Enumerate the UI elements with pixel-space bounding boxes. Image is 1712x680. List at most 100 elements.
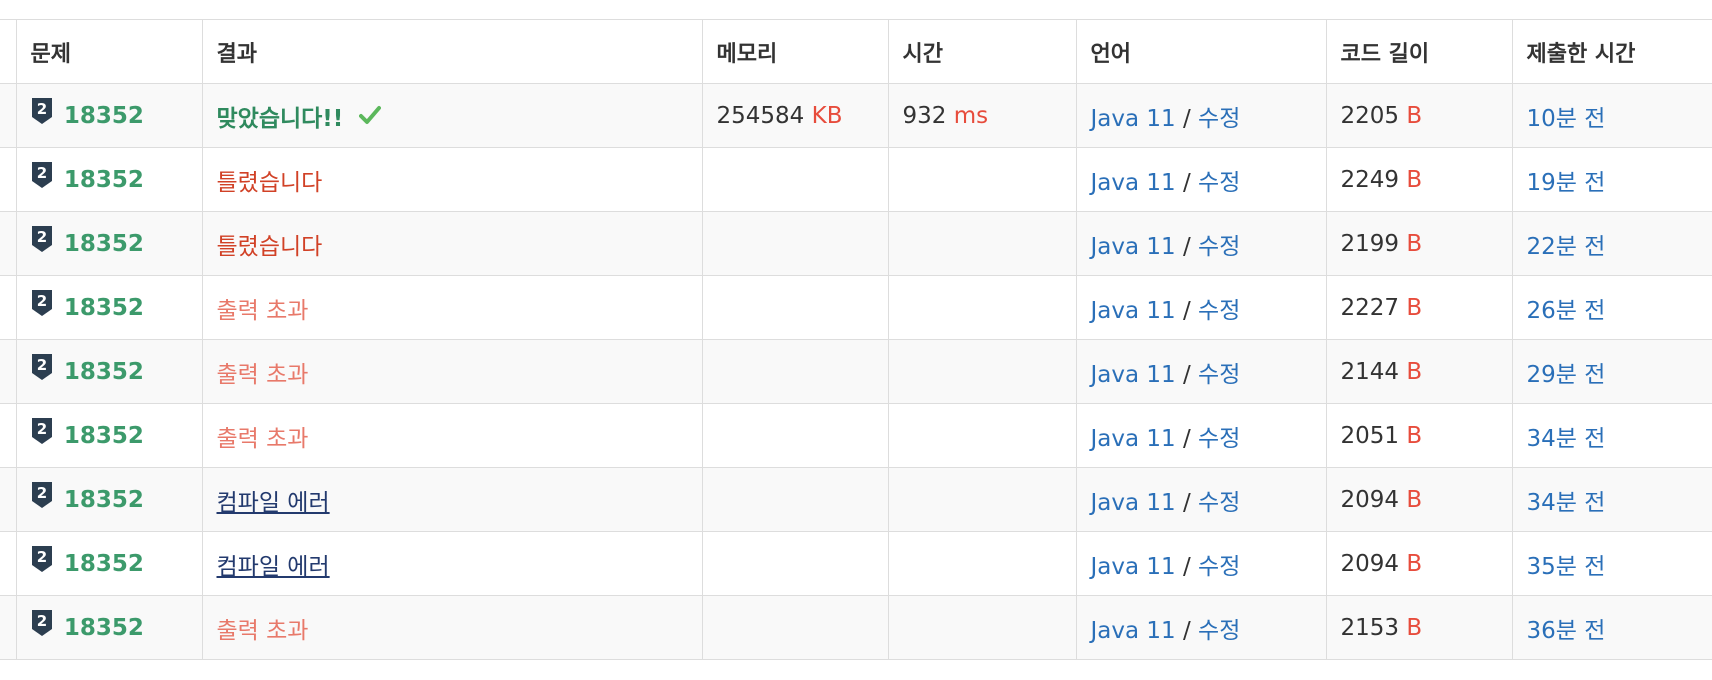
language-cell: Java 11 / 수정 — [1075, 211, 1327, 276]
language-separator: / — [1182, 617, 1191, 644]
submitted-time-link[interactable]: 36분 전 — [1527, 618, 1606, 644]
result-label: 출력 초과 — [216, 425, 309, 452]
result-cell: 출력 초과 — [201, 595, 703, 660]
code-length-cell: 2051 B — [1325, 403, 1513, 468]
code-length-value: 2227 — [1340, 294, 1400, 321]
code-length-value: 2094 — [1340, 550, 1400, 577]
language-cell: Java 11 / 수정 — [1075, 403, 1327, 468]
edit-link[interactable]: 수정 — [1198, 106, 1240, 132]
language-link[interactable]: Java 11 — [1091, 426, 1176, 452]
submitted-time-cell: 29분 전 — [1511, 339, 1712, 404]
svg-text:2: 2 — [36, 292, 46, 310]
submitted-time-link[interactable]: 19분 전 — [1527, 170, 1606, 196]
submitted-time-link[interactable]: 34분 전 — [1527, 426, 1606, 452]
tier-badge-icon: 2 — [31, 417, 53, 451]
language-cell: Java 11 / 수정 — [1075, 147, 1327, 212]
submission-id-cell — [0, 403, 17, 468]
result-cell: 컴파일 에러 — [201, 531, 703, 596]
submitted-time-link[interactable]: 29분 전 — [1527, 362, 1606, 388]
problem-cell: 2 18352 — [15, 467, 203, 532]
edit-link[interactable]: 수정 — [1198, 234, 1240, 260]
language-link[interactable]: Java 11 — [1091, 170, 1176, 196]
table-row: 2 18352 출력 초과 Java 11 / 수정 2153 B 36분 전 — [0, 595, 1712, 660]
language-separator: / — [1182, 169, 1191, 196]
result-cell: 컴파일 에러 — [201, 467, 703, 532]
language-link[interactable]: Java 11 — [1091, 362, 1176, 388]
problem-cell: 2 18352 — [15, 595, 203, 660]
code-length-unit: B — [1406, 614, 1423, 641]
tier-badge-icon: 2 — [31, 481, 53, 515]
problem-link[interactable]: 18352 — [64, 615, 144, 641]
time-cell — [887, 531, 1077, 596]
table-row: 2 18352 틀렸습니다 Java 11 / 수정 2249 B 19분 전 — [0, 147, 1712, 212]
code-length-unit: B — [1406, 230, 1423, 257]
svg-text:2: 2 — [36, 420, 46, 438]
problem-link[interactable]: 18352 — [64, 359, 144, 385]
submitted-time-link[interactable]: 10분 전 — [1527, 106, 1606, 132]
problem-link[interactable]: 18352 — [64, 551, 144, 577]
memory-cell — [701, 467, 889, 532]
submission-id-cell — [0, 275, 17, 340]
column-header-problem: 문제 — [15, 19, 203, 84]
submission-id-cell — [0, 531, 17, 596]
code-length-unit: B — [1406, 166, 1423, 193]
svg-text:2: 2 — [36, 228, 46, 246]
column-header-submitted: 제출한 시간 — [1511, 19, 1712, 84]
submitted-time-link[interactable]: 34분 전 — [1527, 490, 1606, 516]
edit-link[interactable]: 수정 — [1198, 170, 1240, 196]
result-cell: 출력 초과 — [201, 275, 703, 340]
table-row: 2 18352 출력 초과 Java 11 / 수정 2051 B 34분 전 — [0, 403, 1712, 468]
language-link[interactable]: Java 11 — [1091, 298, 1176, 324]
time-unit: ms — [953, 102, 989, 129]
problem-link[interactable]: 18352 — [64, 487, 144, 513]
result-label: 틀렸습니다 — [216, 169, 323, 196]
table-row: 2 18352 컴파일 에러 Java 11 / 수정 2094 B 35분 전 — [0, 531, 1712, 596]
language-cell: Java 11 / 수정 — [1075, 595, 1327, 660]
language-cell: Java 11 / 수정 — [1075, 275, 1327, 340]
language-link[interactable]: Java 11 — [1091, 554, 1176, 580]
problem-link[interactable]: 18352 — [64, 423, 144, 449]
edit-link[interactable]: 수정 — [1198, 618, 1240, 644]
submitted-time-link[interactable]: 26분 전 — [1527, 298, 1606, 324]
time-cell — [887, 467, 1077, 532]
edit-link[interactable]: 수정 — [1198, 490, 1240, 516]
edit-link[interactable]: 수정 — [1198, 426, 1240, 452]
problem-link[interactable]: 18352 — [64, 295, 144, 321]
time-cell: 932 ms — [887, 83, 1077, 148]
svg-text:2: 2 — [36, 100, 46, 118]
language-link[interactable]: Java 11 — [1091, 490, 1176, 516]
language-separator: / — [1182, 233, 1191, 260]
language-separator: / — [1182, 297, 1191, 324]
memory-cell — [701, 147, 889, 212]
problem-cell: 2 18352 — [15, 275, 203, 340]
edit-link[interactable]: 수정 — [1198, 298, 1240, 324]
problem-link[interactable]: 18352 — [64, 103, 144, 129]
language-link[interactable]: Java 11 — [1091, 618, 1176, 644]
submitted-time-cell: 35분 전 — [1511, 531, 1712, 596]
submitted-time-link[interactable]: 22분 전 — [1527, 234, 1606, 260]
submitted-time-link[interactable]: 35분 전 — [1527, 554, 1606, 580]
submitted-time-cell: 10분 전 — [1511, 83, 1712, 148]
memory-unit: KB — [811, 102, 843, 129]
submission-id-cell — [0, 595, 17, 660]
memory-cell — [701, 275, 889, 340]
time-cell — [887, 275, 1077, 340]
code-length-unit: B — [1406, 358, 1423, 385]
time-cell — [887, 147, 1077, 212]
language-cell: Java 11 / 수정 — [1075, 339, 1327, 404]
code-length-cell: 2094 B — [1325, 531, 1513, 596]
code-length-cell: 2153 B — [1325, 595, 1513, 660]
result-cell: 틀렸습니다 — [201, 147, 703, 212]
edit-link[interactable]: 수정 — [1198, 554, 1240, 580]
problem-link[interactable]: 18352 — [64, 231, 144, 257]
language-link[interactable]: Java 11 — [1091, 106, 1176, 132]
code-length-unit: B — [1406, 294, 1423, 321]
memory-cell: 254584 KB — [701, 83, 889, 148]
memory-cell — [701, 339, 889, 404]
table-body: 2 18352 맞았습니다!! 254584 KB 932 ms Java 11… — [0, 83, 1712, 660]
problem-link[interactable]: 18352 — [64, 167, 144, 193]
submitted-time-cell: 19분 전 — [1511, 147, 1712, 212]
language-link[interactable]: Java 11 — [1091, 234, 1176, 260]
edit-link[interactable]: 수정 — [1198, 362, 1240, 388]
code-length-value: 2153 — [1340, 614, 1400, 641]
